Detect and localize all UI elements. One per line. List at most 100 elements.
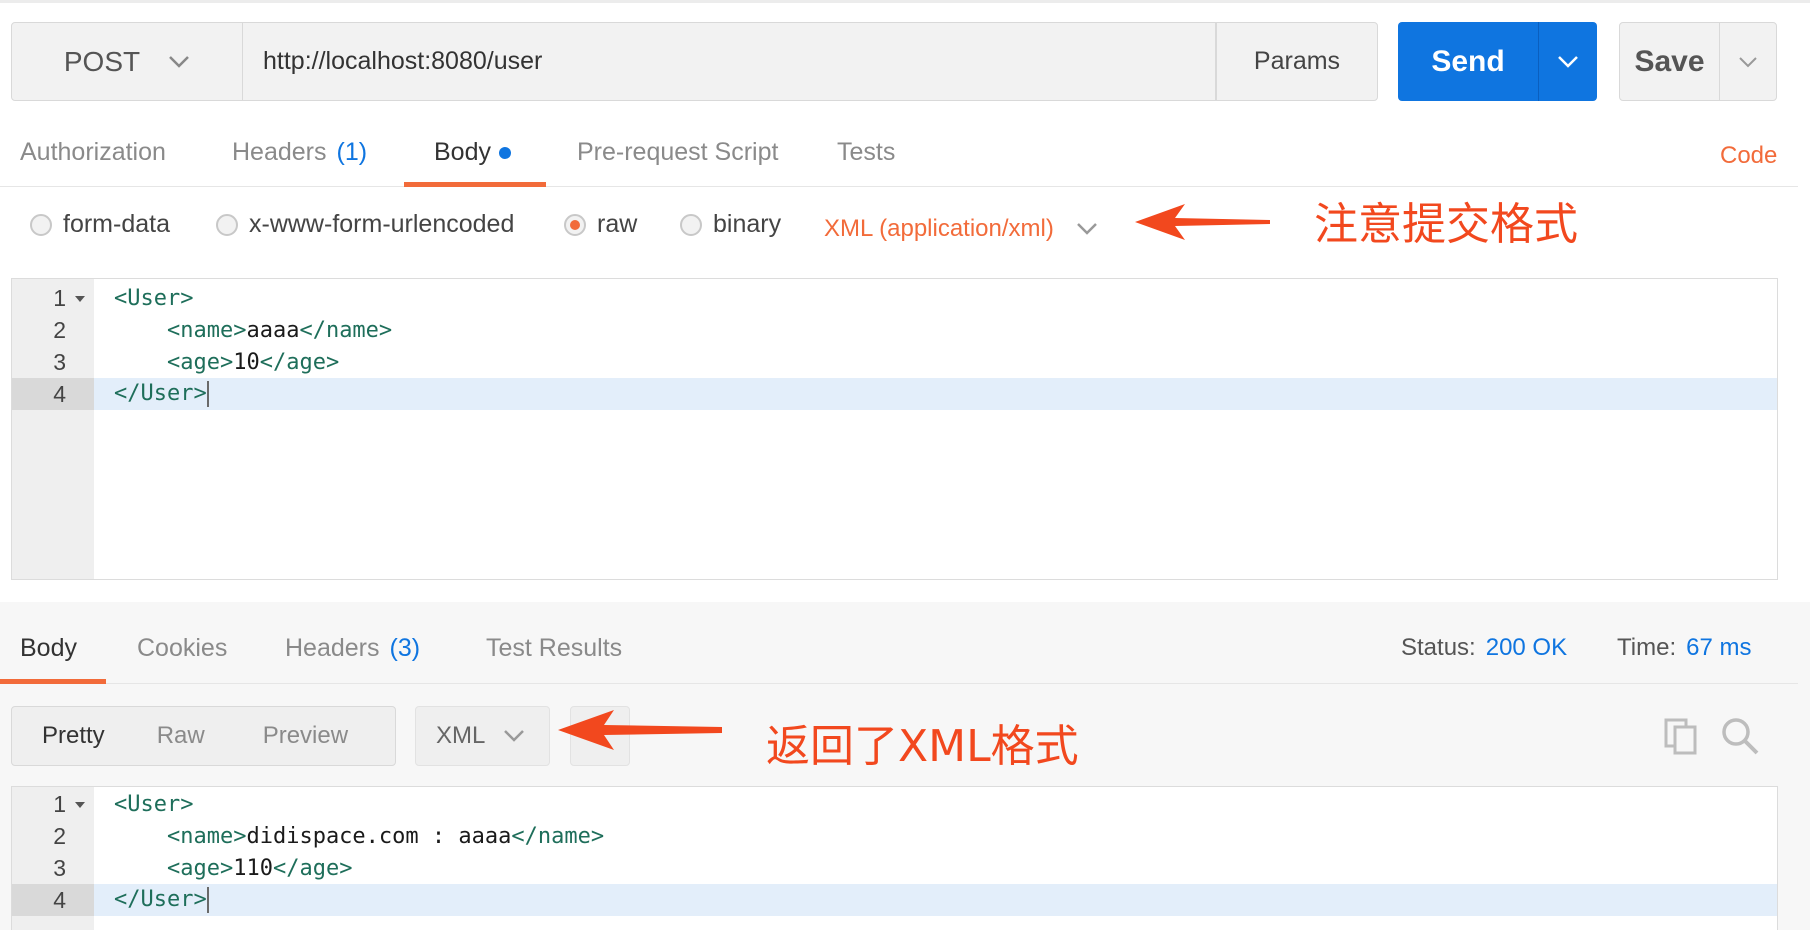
tab-label: Cookies	[137, 634, 228, 662]
tab-cookies[interactable]: Cookies	[137, 626, 227, 683]
view-preview-button[interactable]: Preview	[233, 722, 348, 750]
code-line-current: 4 </User>	[12, 884, 1777, 916]
chevron-down-icon	[169, 55, 189, 68]
code-link[interactable]: Code	[1720, 142, 1777, 170]
tab-test-results[interactable]: Test Results	[486, 626, 622, 683]
xml-tag: </User>	[114, 887, 207, 912]
line-number: 1	[12, 282, 94, 314]
view-raw-button[interactable]: Raw	[127, 722, 205, 750]
request-tabs: Authorization Headers (1) Body Pre-reques…	[0, 130, 1798, 187]
chevron-down-icon	[504, 730, 525, 742]
option-label: binary	[713, 210, 782, 238]
text-caret	[206, 887, 209, 913]
xml-tag: </User>	[114, 381, 207, 406]
save-button[interactable]: Save	[1620, 23, 1719, 100]
line-number: 1	[12, 788, 94, 820]
response-view-toggle: Pretty Raw Preview	[11, 706, 396, 766]
option-label: x-www-form-urlencoded	[249, 210, 515, 238]
code-line: 1 <User>	[12, 282, 1777, 314]
response-format-select[interactable]: XML	[415, 706, 550, 766]
view-pretty-button[interactable]: Pretty	[12, 722, 105, 750]
chevron-down-icon	[1076, 223, 1097, 235]
send-button[interactable]: Send	[1398, 22, 1538, 101]
body-format-select[interactable]: XML (application/xml)	[824, 215, 1098, 243]
response-body-viewer[interactable]: 1 <User> 2 <name>didispace.com : aaaa</n…	[11, 786, 1778, 930]
xml-tag: <User>	[114, 285, 194, 311]
xml-tag: </age>	[272, 855, 353, 881]
code-line: 2 <name>aaaa</name>	[12, 314, 1777, 346]
format-label: XML (application/xml)	[824, 215, 1054, 242]
time-value: 67 ms	[1686, 634, 1752, 661]
copy-icon[interactable]	[1662, 716, 1700, 756]
url-input[interactable]: http://localhost:8080/user	[243, 22, 1216, 101]
xml-text: aaaa	[246, 317, 300, 343]
tab-label: Body	[434, 138, 491, 166]
option-label: form-data	[63, 210, 170, 238]
radio-circle-icon	[680, 213, 702, 236]
tab-tests[interactable]: Tests	[837, 130, 895, 187]
code-line: 2 <name>didispace.com : aaaa</name>	[12, 820, 1777, 852]
save-dropdown[interactable]	[1719, 23, 1776, 100]
tab-label: Authorization	[20, 138, 166, 166]
tab-response-body[interactable]: Body	[20, 626, 77, 683]
xml-tag: <name>	[166, 823, 247, 849]
xml-text: didispace.com : aaaa	[246, 823, 512, 849]
active-tab-indicator	[404, 182, 546, 187]
tab-body[interactable]: Body	[434, 130, 511, 187]
radio-raw[interactable]: raw	[564, 210, 637, 239]
fold-arrow-icon	[75, 296, 85, 302]
send-button-group: Send	[1398, 22, 1597, 101]
headers-count: (1)	[336, 138, 368, 166]
xml-text: 10	[233, 349, 260, 375]
chevron-down-icon	[1739, 56, 1757, 67]
request-format-annotation: 注意提交格式	[1314, 199, 1578, 250]
tab-label: Body	[20, 634, 77, 662]
line-number: 3	[53, 348, 66, 375]
method-label: POST	[63, 45, 141, 77]
tab-label: Tests	[837, 138, 896, 166]
window-top-border	[0, 0, 1810, 3]
xml-tag: </name>	[299, 317, 393, 343]
radio-selected-icon	[564, 213, 586, 236]
tab-label: Headers	[232, 138, 327, 166]
format-label: XML	[436, 722, 486, 749]
method-select[interactable]: POST	[11, 22, 243, 101]
status-value: 200 OK	[1485, 634, 1568, 661]
radio-form-data[interactable]: form-data	[30, 210, 170, 239]
xml-tag: </name>	[511, 823, 605, 849]
arrow-left-icon	[1135, 204, 1270, 240]
line-number: 3	[53, 854, 66, 881]
tab-label: Headers	[285, 634, 380, 662]
line-number: 2	[53, 316, 66, 343]
url-text: http://localhost:8080/user	[263, 47, 543, 75]
tab-authorization[interactable]: Authorization	[20, 130, 166, 187]
xml-text: 110	[233, 855, 273, 881]
fold-arrow-icon	[75, 802, 85, 808]
params-button[interactable]: Params	[1216, 22, 1378, 101]
code-line: 1 <User>	[12, 788, 1777, 820]
response-format-annotation: 返回了XML格式	[766, 721, 1079, 772]
tab-label: Pre-request Script	[577, 138, 779, 166]
search-icon[interactable]	[1720, 716, 1760, 756]
code-line: 3 <age>10</age>	[12, 346, 1777, 378]
line-number: 4	[12, 884, 94, 916]
response-time: Time: 67 ms	[1617, 634, 1751, 662]
modified-dot-icon	[498, 147, 511, 159]
time-label: Time:	[1617, 634, 1677, 661]
chevron-down-icon	[1558, 55, 1578, 68]
request-body-editor[interactable]: 1 <User> 2 <name>aaaa</name> 3 <age>10</…	[11, 278, 1778, 580]
xml-tag: <age>	[166, 349, 234, 375]
option-label: raw	[597, 210, 638, 238]
send-dropdown[interactable]	[1538, 22, 1597, 101]
text-caret	[206, 381, 209, 407]
radio-binary[interactable]: binary	[680, 210, 781, 239]
tab-prerequest-script[interactable]: Pre-request Script	[577, 130, 778, 187]
radio-circle-icon	[30, 213, 52, 236]
tab-response-headers[interactable]: Headers (3)	[285, 626, 420, 683]
active-tab-indicator	[0, 679, 106, 684]
tab-headers[interactable]: Headers (1)	[232, 130, 367, 187]
radio-x-www-form-urlencoded[interactable]: x-www-form-urlencoded	[216, 210, 514, 239]
xml-tag: </age>	[259, 349, 340, 375]
xml-tag: <name>	[166, 317, 247, 343]
headers-count: (3)	[389, 634, 421, 662]
